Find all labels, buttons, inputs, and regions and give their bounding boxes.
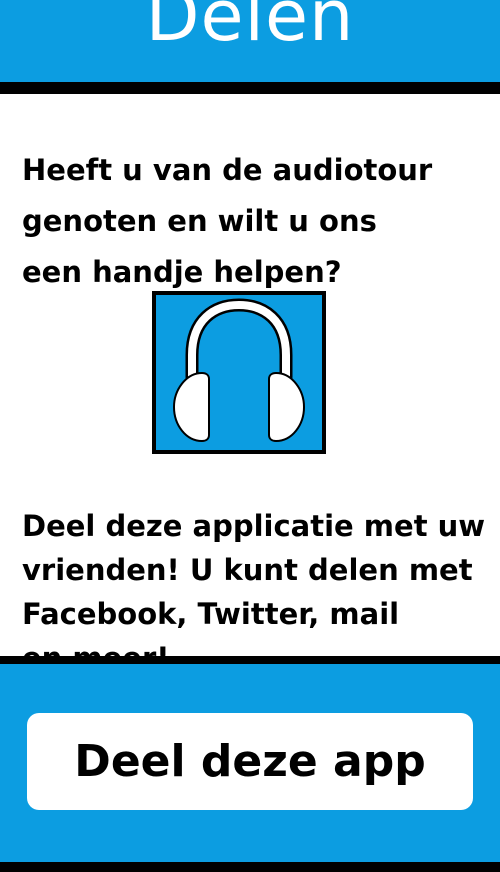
headphones-icon	[152, 291, 326, 454]
bottom-bar	[0, 862, 500, 872]
page-title: Delen	[145, 0, 355, 57]
share-screen: Delen Heeft u van de audiotour genoten e…	[0, 0, 500, 872]
footer-divider	[0, 656, 500, 664]
share-app-button-label: Deel deze app	[74, 736, 426, 787]
header-bar: Delen	[0, 0, 500, 82]
share-app-button[interactable]: Deel deze app	[27, 713, 473, 810]
header-divider	[0, 82, 500, 94]
footer-bar: Deel deze app	[0, 664, 500, 862]
body-text: Deel deze applicatie met uw vrienden! U …	[22, 509, 486, 675]
intro-text: Heeft u van de audiotour genoten en wilt…	[22, 153, 433, 289]
